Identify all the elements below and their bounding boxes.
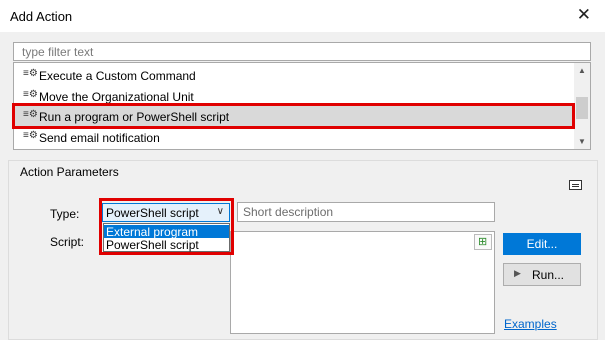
script-label: Script: [50,235,85,249]
examples-link[interactable]: Examples [504,317,557,331]
run-button-label: Run... [532,268,565,282]
action-list[interactable]: ≡⚙ Execute a Custom Command ≡⚙ Move the … [13,62,591,150]
edit-button[interactable]: Edit... [503,233,581,255]
scroll-up-icon[interactable]: ▲ [578,66,586,75]
list-item-label: Execute a Custom Command [39,69,196,83]
script-editor[interactable] [230,231,495,334]
list-item-label: Run a program or PowerShell script [39,110,230,124]
scroll-down-icon[interactable]: ▼ [578,137,586,146]
type-label: Type: [50,207,80,221]
chevron-down-icon[interactable]: ∨ [217,206,224,217]
action-gear-icon: ≡⚙ [23,68,38,79]
option-label: PowerShell script [106,238,199,252]
list-item-label: Move the Organizational Unit [39,90,194,104]
dropdown-option-powershell[interactable]: PowerShell script [104,238,229,252]
action-gear-icon: ≡⚙ [23,89,38,100]
insert-template-icon: ⊞ [478,236,488,248]
action-gear-icon: ≡⚙ [23,109,38,120]
list-item[interactable]: ≡⚙ Send email notification [14,127,574,147]
dropdown-option-external[interactable]: External program [104,225,229,239]
scrollbar-thumb[interactable] [576,97,588,119]
filter-input[interactable] [14,43,562,60]
list-item[interactable]: ≡⚙ Move the Organizational Unit [14,86,574,106]
list-scrollbar[interactable]: ▲ ▼ [574,63,590,149]
window-title: Add Action [10,9,73,24]
option-label: External program [106,225,199,239]
type-select[interactable]: PowerShell script ∨ [102,203,230,222]
insert-template-button[interactable]: ⊞ [474,234,492,250]
description-field[interactable] [237,202,495,222]
edit-button-label: Edit... [526,237,558,251]
group-title: Action Parameters [20,165,119,179]
description-input[interactable] [238,203,483,221]
title-bar: Add Action ✕ [0,0,605,32]
list-item-selected[interactable]: ≡⚙ Run a program or PowerShell script [14,106,574,126]
type-dropdown-list[interactable]: External program PowerShell script [103,223,230,252]
type-select-value: PowerShell script [106,206,199,220]
run-arrow-icon: ▶ [514,268,521,278]
parameters-icon[interactable] [569,180,582,190]
action-gear-icon: ≡⚙ [23,130,38,141]
list-item[interactable]: ≡⚙ Execute a Custom Command [14,65,574,85]
filter-field[interactable] [13,42,591,61]
run-button[interactable]: ▶ Run... [503,263,581,286]
close-icon[interactable]: ✕ [577,5,591,25]
list-item-label: Send email notification [39,131,160,145]
